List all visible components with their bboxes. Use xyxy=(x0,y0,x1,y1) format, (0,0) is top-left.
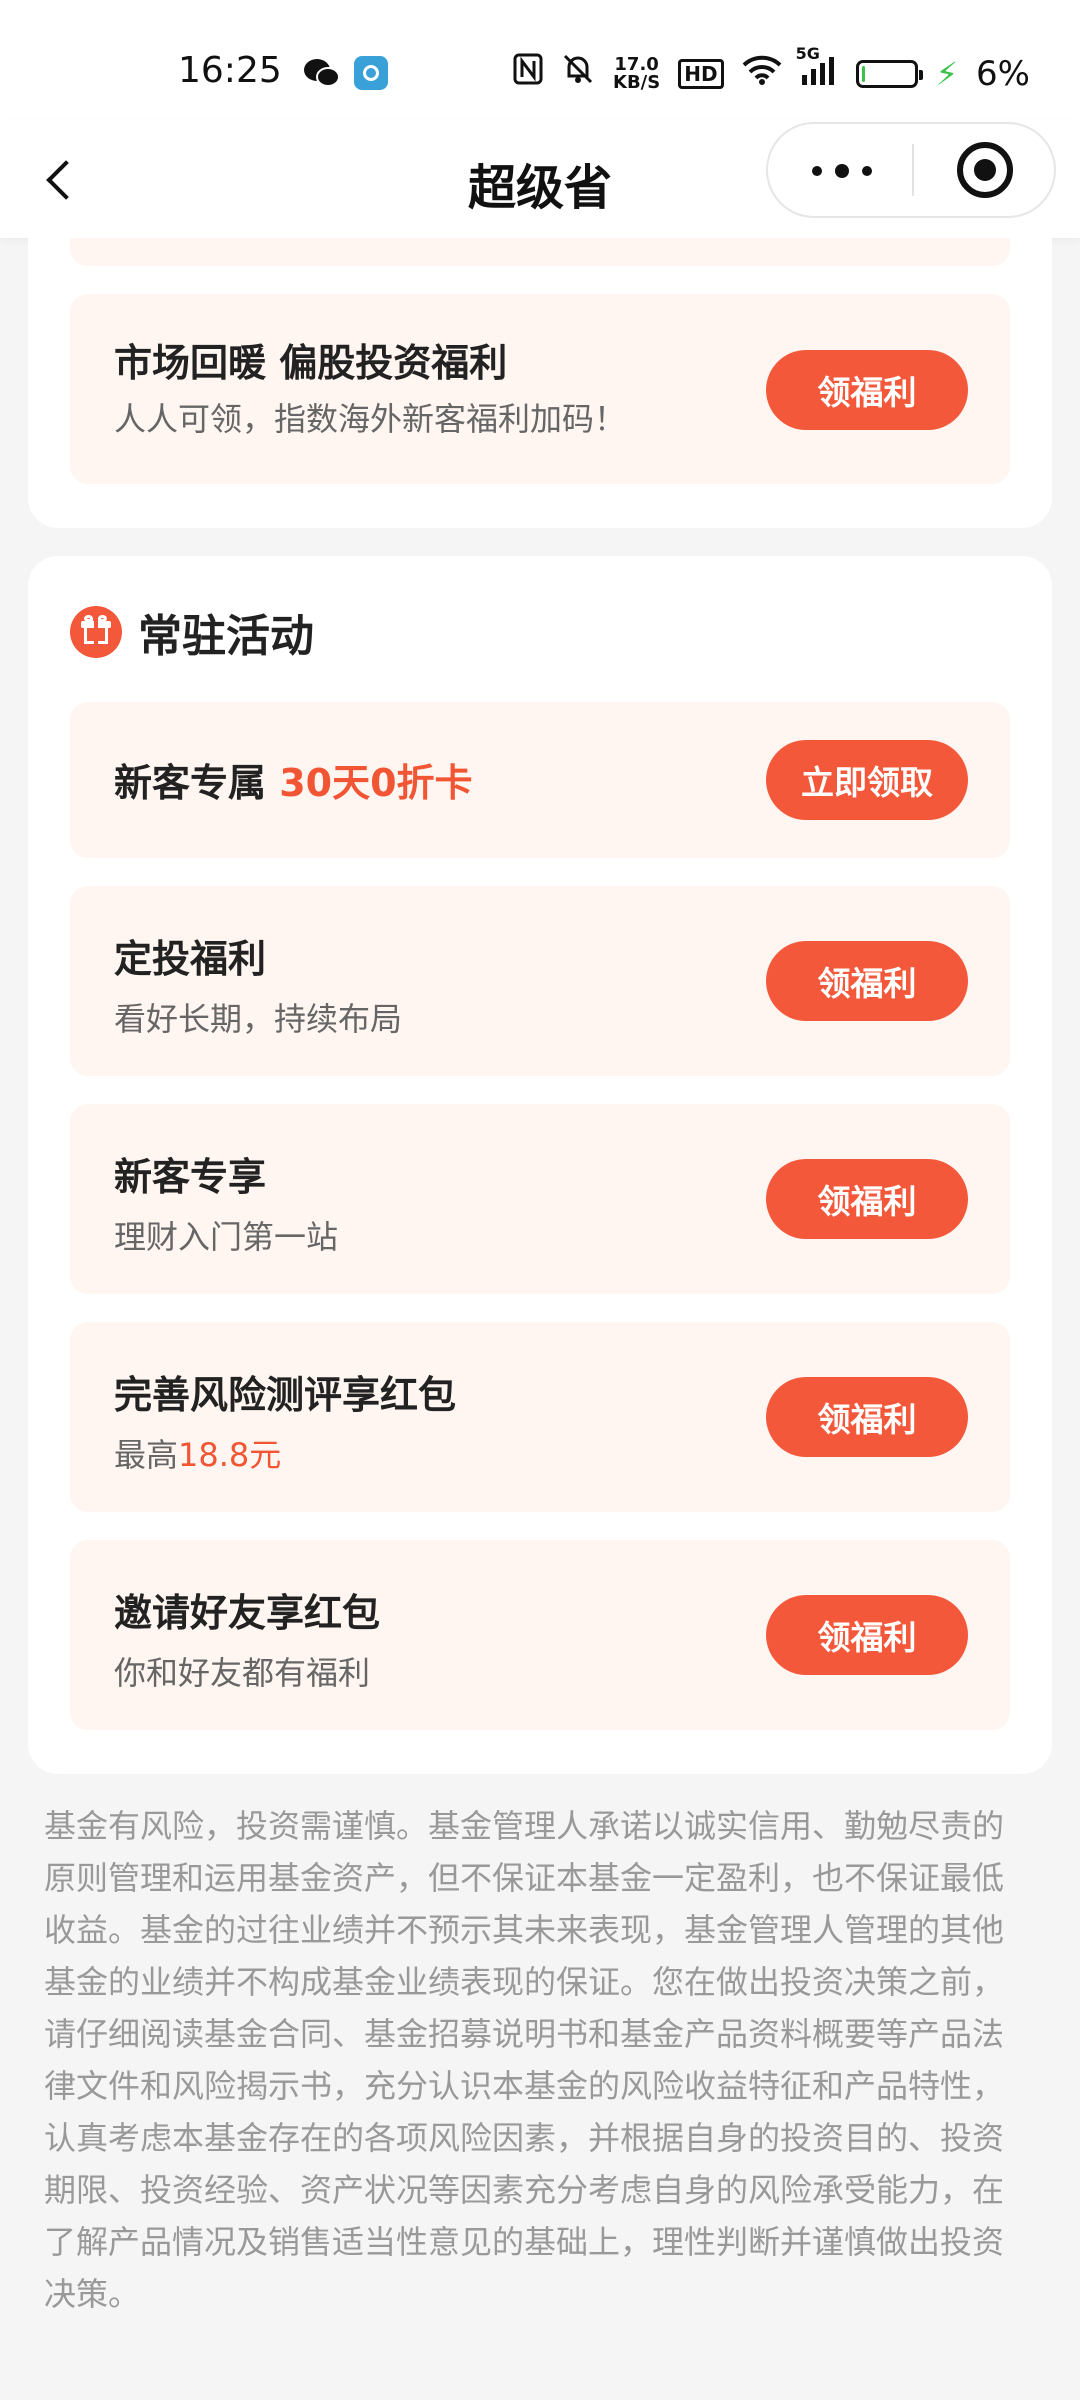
promo-row-invite-friends[interactable]: 邀请好友享红包 你和好友都有福利 领福利 xyxy=(70,1540,1010,1730)
claim-benefit-button[interactable]: 领福利 xyxy=(766,1377,968,1457)
promo-row-new-customer[interactable]: 新客专属 30天0折卡 立即领取 xyxy=(70,702,1010,858)
row-subtitle: 最高18.8元 xyxy=(114,1436,282,1474)
wechat-icon xyxy=(302,56,340,90)
battery-level xyxy=(861,65,865,82)
wifi-icon xyxy=(742,54,782,94)
status-bar: 16:25 17.0 KB/S HD 5G ⚡ 6% xyxy=(0,0,1080,120)
regular-activities-card: 常驻活动 新客专属 30天0折卡 立即领取 定投福利 看好长期，持续布局 领福利… xyxy=(28,556,1052,1774)
row-subtitle: 理财入门第一站 xyxy=(114,1218,339,1256)
target-icon xyxy=(957,142,1013,198)
gift-icon xyxy=(70,606,122,658)
promo-row-risk-assessment[interactable]: 完善风险测评享红包 最高18.8元 领福利 xyxy=(70,1322,1010,1512)
promo-row-fixed-investment[interactable]: 定投福利 看好长期，持续布局 领福利 xyxy=(70,886,1010,1076)
claim-benefit-button[interactable]: 领福利 xyxy=(766,1595,968,1675)
row-title: 新客专属 30天0折卡 xyxy=(114,761,473,805)
row-subtitle: 看好长期，持续布局 xyxy=(114,1000,403,1038)
row-title: 新客专享 xyxy=(114,1155,267,1199)
row-subtitle: 你和好友都有福利 xyxy=(114,1654,371,1692)
row-subtitle: 人人可领，指数海外新客福利加码！ xyxy=(114,400,627,438)
more-button[interactable] xyxy=(768,124,912,216)
row-subtitle-highlight: 18.8元 xyxy=(178,1436,282,1474)
signal-icon: 5G xyxy=(796,44,838,94)
status-icons: 17.0 KB/S HD 5G ⚡ 6% xyxy=(513,44,1030,95)
mute-icon xyxy=(561,52,595,95)
row-title: 邀请好友享红包 xyxy=(114,1591,381,1635)
promo-row-market[interactable]: 市场回暖 偏股投资福利 人人可领，指数海外新客福利加码！ 领福利 xyxy=(70,294,1010,484)
nfc-icon xyxy=(513,53,543,94)
charging-icon: ⚡ xyxy=(935,54,959,93)
row-title: 完善风险测评享红包 xyxy=(114,1373,457,1417)
row-title: 市场回暖 偏股投资福利 xyxy=(114,341,508,385)
battery-percent: 6% xyxy=(976,53,1030,94)
promo-card: 市场回暖 偏股投资福利 人人可领，指数海外新客福利加码！ 领福利 xyxy=(28,238,1052,528)
hd-badge: HD xyxy=(678,58,724,89)
row-title: 定投福利 xyxy=(114,937,267,981)
promo-row-new-exclusive[interactable]: 新客专享 理财入门第一站 领福利 xyxy=(70,1104,1010,1294)
section-title: 常驻活动 xyxy=(138,611,314,662)
claim-benefit-button[interactable]: 领福利 xyxy=(766,350,968,430)
gallery-icon xyxy=(354,56,388,90)
claim-now-button[interactable]: 立即领取 xyxy=(766,740,968,820)
network-speed: 17.0 KB/S xyxy=(613,53,661,93)
close-button[interactable] xyxy=(914,124,1056,216)
promo-row-partial xyxy=(70,238,1010,266)
section-header: 常驻活动 xyxy=(70,602,314,662)
row-title-highlight: 30天0折卡 xyxy=(279,761,473,805)
status-time: 16:25 xyxy=(178,50,282,91)
claim-benefit-button[interactable]: 领福利 xyxy=(766,1159,968,1239)
battery-icon xyxy=(855,59,923,88)
mini-program-capsule xyxy=(766,122,1056,218)
more-dots-icon xyxy=(812,164,872,178)
claim-benefit-button[interactable]: 领福利 xyxy=(766,941,968,1021)
risk-disclaimer: 基金有风险，投资需谨慎。基金管理人承诺以诚实信用、勤勉尽责的原则管理和运用基金资… xyxy=(44,1807,1005,2313)
